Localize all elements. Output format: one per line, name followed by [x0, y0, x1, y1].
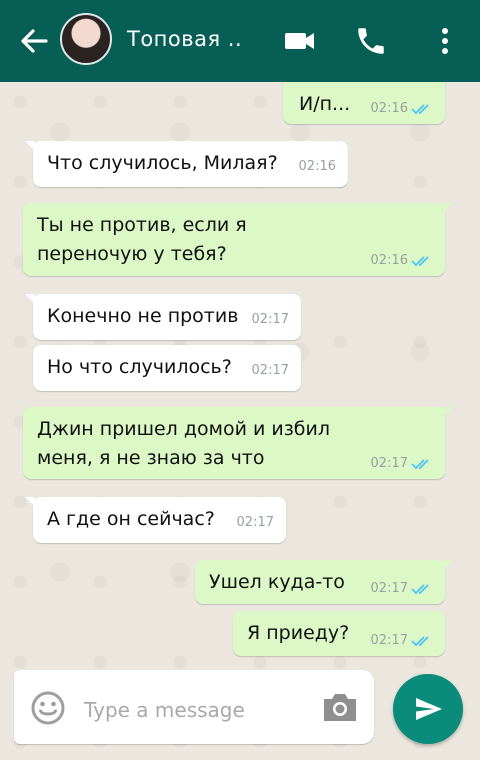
message-time: 02:17 [236, 515, 274, 530]
camera-icon[interactable] [320, 690, 360, 726]
message-outgoing[interactable]: Джин пришел домой и избил меня, я не зна… [23, 407, 453, 479]
emoji-icon[interactable] [30, 690, 66, 726]
read-ticks-icon [411, 635, 429, 646]
message-text: Джин пришел домой и избил меня, я не зна… [37, 418, 331, 469]
message-text: Что случилось, Милая? [47, 152, 278, 174]
send-icon [416, 698, 442, 720]
read-ticks-icon [411, 458, 429, 469]
message-time: 02:17 [371, 456, 433, 472]
message-incoming[interactable]: А где он сейчас? 02:17 [25, 497, 286, 543]
message-outgoing[interactable]: И/п... 02:16 [283, 82, 445, 124]
chat-title[interactable]: Топовая .. [127, 27, 242, 51]
read-ticks-icon [411, 583, 429, 594]
send-button[interactable] [393, 674, 463, 744]
read-ticks-icon [411, 103, 429, 114]
chat-header: Топовая .. [0, 0, 480, 82]
phone-icon[interactable] [354, 24, 388, 58]
read-ticks-icon [411, 255, 429, 266]
message-time: 02:17 [371, 633, 433, 649]
message-input[interactable] [82, 692, 306, 728]
message-outgoing[interactable]: Я приеду? 02:17 [233, 611, 445, 656]
arrow-left-icon[interactable] [18, 26, 50, 56]
message-time: 02:16 [371, 101, 433, 117]
message-incoming[interactable]: Конечно не против 02:17 [25, 294, 301, 340]
message-time: 02:16 [298, 159, 336, 174]
avatar[interactable] [60, 13, 112, 65]
message-incoming[interactable]: Что случилось, Милая? 02:16 [25, 141, 348, 187]
more-vert-icon[interactable] [428, 24, 462, 58]
message-text: Ты не против, если я переночую у тебя? [37, 214, 247, 265]
message-outgoing[interactable]: Ушел куда-то 02:17 [195, 560, 453, 604]
message-incoming[interactable]: Но что случилось? 02:17 [33, 345, 301, 391]
message-outgoing[interactable]: Ты не против, если я переночую у тебя? 0… [23, 203, 453, 276]
message-time: 02:16 [371, 253, 433, 269]
message-time: 02:17 [251, 312, 289, 327]
videocam-icon[interactable] [283, 24, 317, 58]
message-time: 02:17 [371, 581, 433, 597]
message-time: 02:17 [251, 363, 289, 378]
